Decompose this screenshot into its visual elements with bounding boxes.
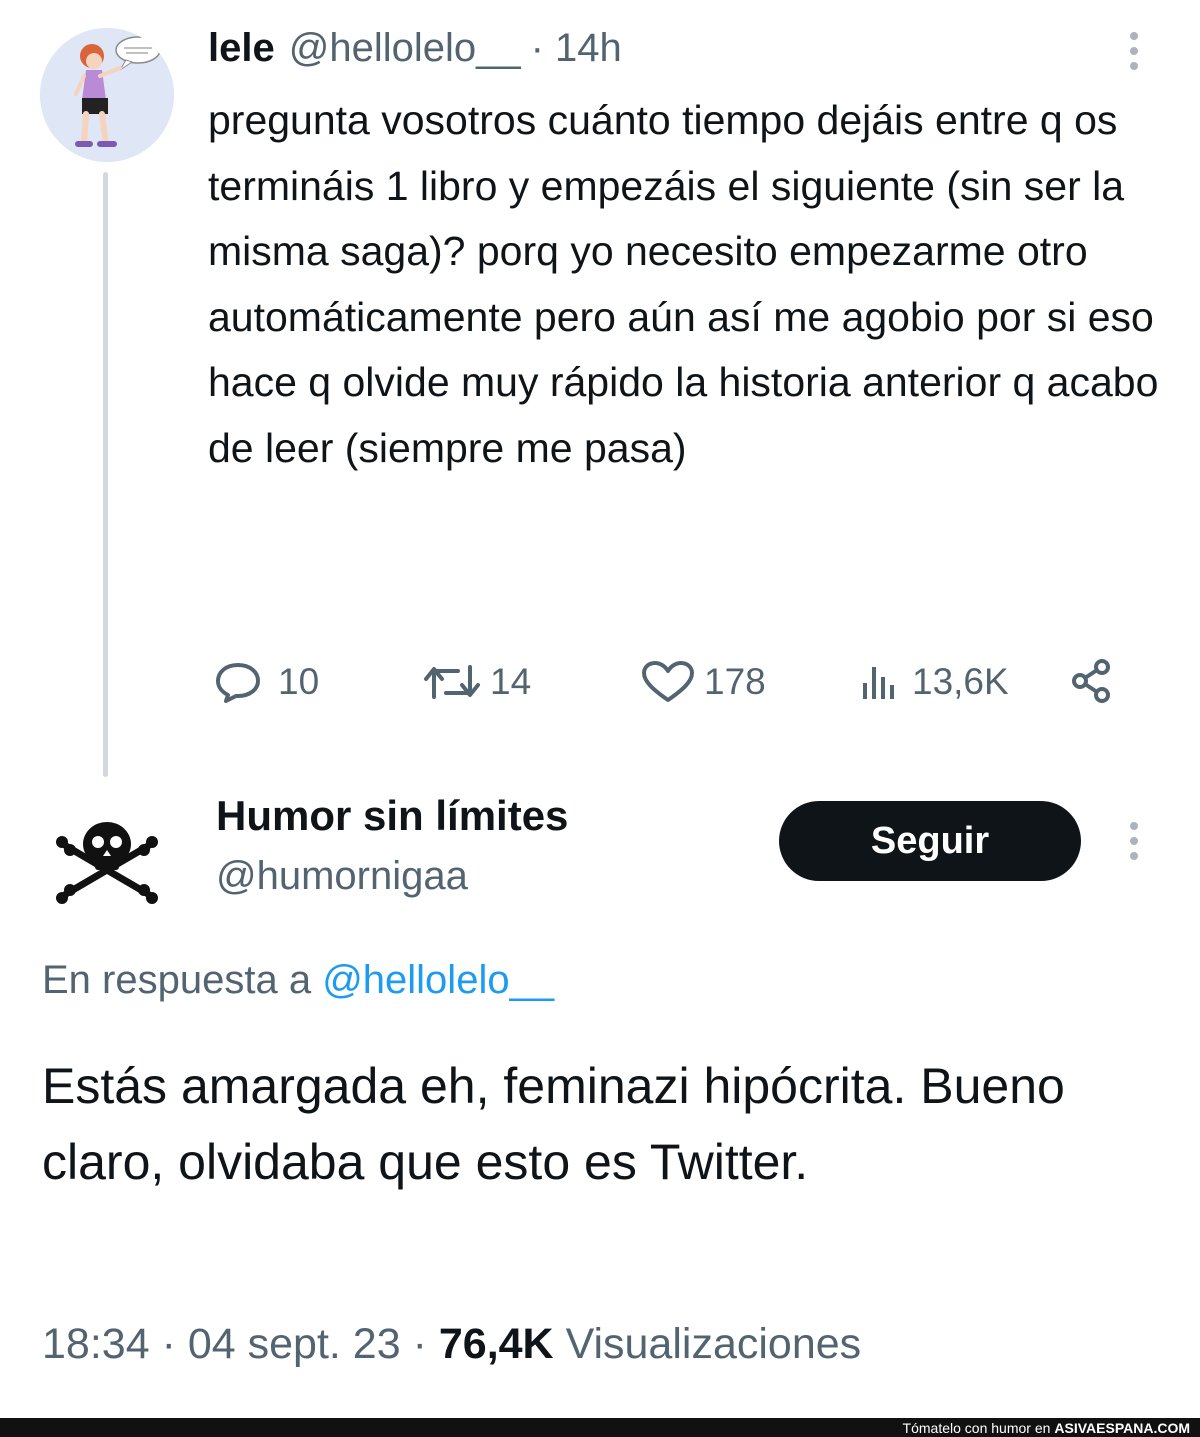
retweet-count: 14 bbox=[490, 661, 532, 702]
tweet2-text: Estás amargada eh, feminazi hipócrita. B… bbox=[42, 1058, 1065, 1190]
like-count: 178 bbox=[704, 661, 766, 702]
views-count: 13,6K bbox=[912, 661, 1009, 702]
retweet-button[interactable]: 14 bbox=[422, 652, 531, 712]
like-button[interactable]: 178 bbox=[638, 652, 766, 712]
tweet1-more-icon[interactable] bbox=[1128, 32, 1140, 70]
reply-count: 10 bbox=[278, 661, 320, 702]
share-nodes-icon bbox=[1072, 659, 1110, 703]
tweet2-more-icon[interactable] bbox=[1128, 822, 1140, 860]
thread-connector-line bbox=[103, 172, 108, 777]
watermark-footer: Tómatelo con humor en ASIVAESPANA.COM bbox=[0, 1418, 1200, 1437]
tweet2-views-count: 76,4K bbox=[438, 1320, 554, 1368]
meta-separator: · bbox=[412, 1320, 427, 1368]
reply-mention-link[interactable]: @hellolelo__ bbox=[322, 958, 554, 1002]
retweet-arrows-icon bbox=[424, 665, 480, 699]
reply-button[interactable]: 10 bbox=[212, 652, 319, 712]
reply-prefix: En respuesta a bbox=[42, 958, 312, 1002]
tweet2-date[interactable]: 04 sept. 23 bbox=[188, 1320, 401, 1368]
footer-tagline: Tómatelo con humor en bbox=[902, 1419, 1051, 1436]
tweet2-time[interactable]: 18:34 bbox=[42, 1320, 150, 1368]
follow-button[interactable]: Seguir bbox=[779, 801, 1081, 881]
bar-chart-icon bbox=[863, 667, 894, 699]
views-button[interactable]: 13,6K bbox=[858, 652, 1009, 712]
meta-separator: · bbox=[161, 1320, 176, 1368]
tweet1-header: lele @hellolelo__ · 14h bbox=[208, 26, 622, 78]
avatar-lele[interactable] bbox=[40, 28, 174, 162]
tweet1-timestamp[interactable]: · 14h bbox=[531, 26, 622, 71]
speech-bubble-icon bbox=[216, 663, 260, 703]
tweet1-author-handle[interactable]: @hellolelo__ bbox=[289, 26, 521, 71]
tweet1-text: pregunta vosotros cuánto tiempo dejáis e… bbox=[208, 97, 1159, 471]
tweet2-meta: 18:34 · 04 sept. 23 · 76,4K Visualizacio… bbox=[42, 1320, 861, 1369]
tweet1-action-bar: 10 14 178 13,6K bbox=[208, 652, 1128, 712]
share-button[interactable] bbox=[1068, 652, 1118, 712]
skull-crossbones-icon bbox=[40, 790, 174, 924]
tweet2-author-name[interactable]: Humor sin límites bbox=[216, 792, 568, 840]
tweet1-author-name[interactable]: lele bbox=[208, 26, 275, 71]
girl-drawing-icon bbox=[40, 28, 174, 162]
reply-context: En respuesta a @hellolelo__ bbox=[42, 958, 554, 1003]
avatar-humor-sin-limites[interactable] bbox=[40, 790, 174, 924]
tweet2-views-label: Visualizaciones bbox=[565, 1320, 862, 1368]
tweet2-author-handle[interactable]: @humornigaa bbox=[216, 854, 468, 899]
footer-site[interactable]: ASIVAESPANA.COM bbox=[1054, 1420, 1190, 1436]
heart-icon bbox=[642, 661, 694, 702]
